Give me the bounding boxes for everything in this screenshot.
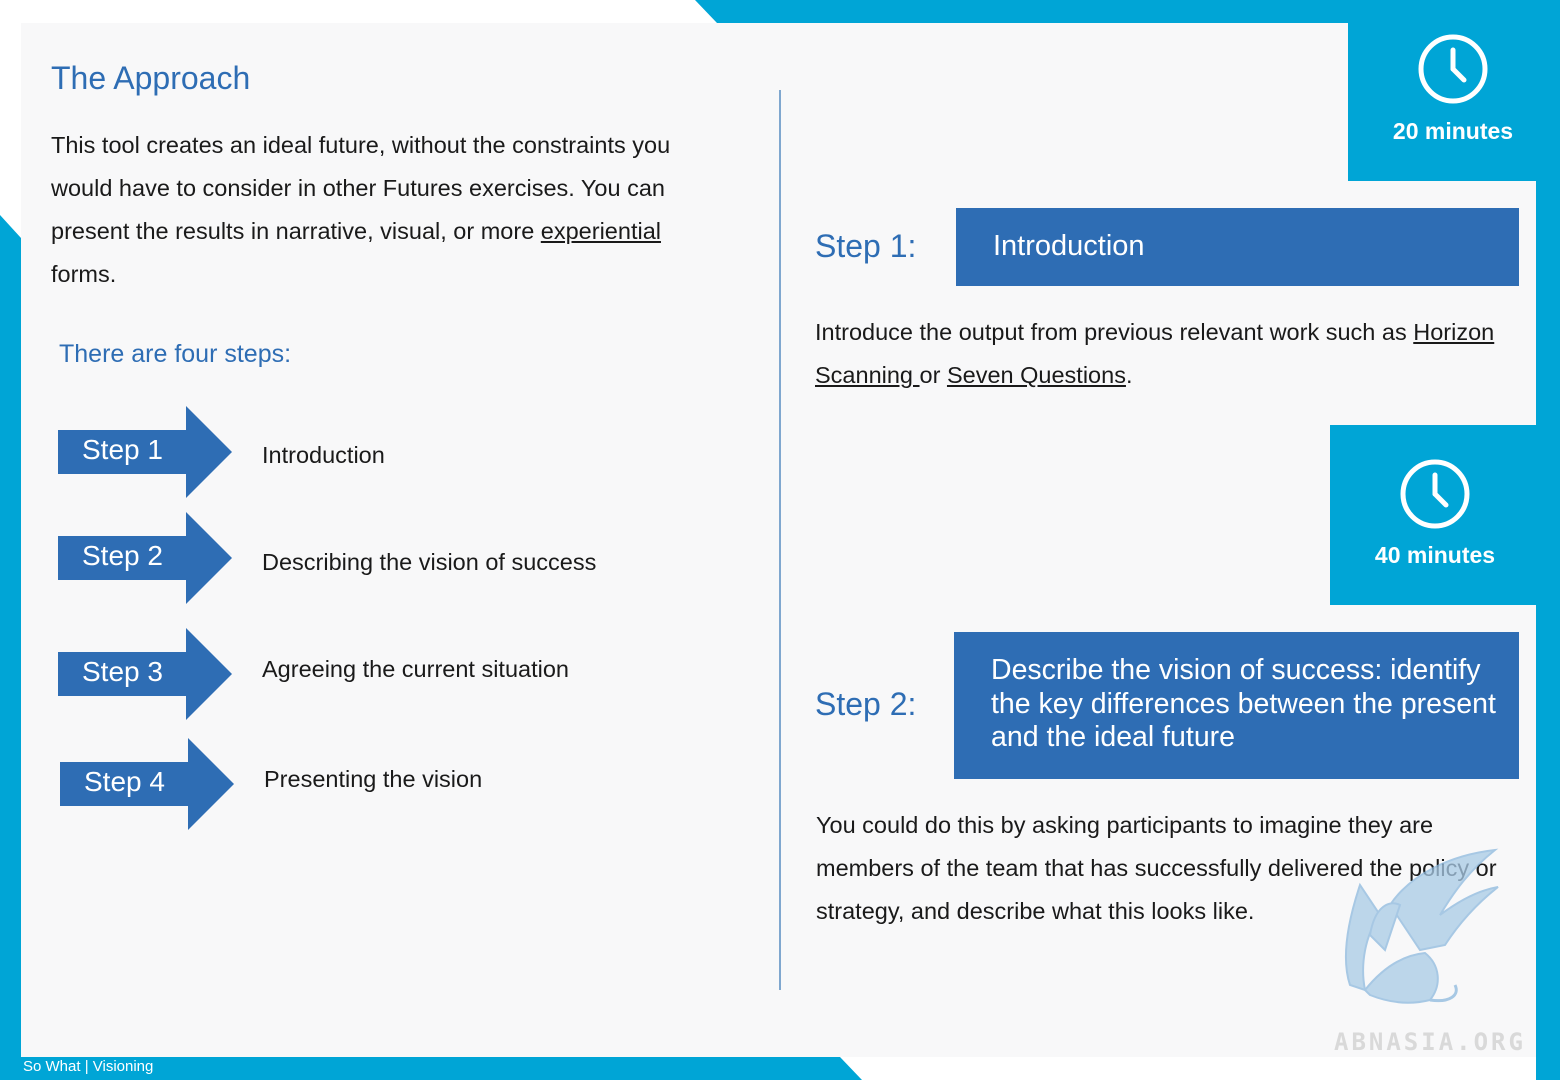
step-1-text: Introduction bbox=[262, 442, 385, 468]
step-3-arrow: Step 3 bbox=[58, 628, 234, 720]
intro-text-end: forms. bbox=[51, 261, 117, 287]
step-1-box: Introduction bbox=[956, 208, 1519, 286]
step-1-label: Step 1 bbox=[82, 434, 163, 465]
step-2-heading: Step 2: bbox=[815, 686, 917, 722]
page-title: The Approach bbox=[51, 60, 251, 96]
step-2-box: Describe the vision of success: identify… bbox=[954, 632, 1519, 779]
timer-2-label: 40 minutes bbox=[1374, 542, 1496, 568]
step-3-text: Agreeing the current situation bbox=[262, 656, 569, 682]
step-1-body-period: . bbox=[1125, 362, 1133, 388]
step-1-body-or: or bbox=[919, 362, 947, 388]
griffin-logo bbox=[1344, 848, 1499, 1004]
step-2-box-text: Describe the vision of success: identify… bbox=[991, 654, 1496, 753]
experiential-link[interactable]: experiential bbox=[541, 218, 661, 244]
column-divider bbox=[779, 90, 781, 990]
step-4-arrow: Step 4 bbox=[60, 738, 236, 830]
step-4-text: Presenting the vision bbox=[264, 766, 483, 792]
step-4-label: Step 4 bbox=[84, 766, 165, 797]
step-2-arrow: Step 2 bbox=[58, 512, 234, 604]
step-1-box-text: Introduction bbox=[993, 230, 1145, 262]
steps-heading: There are four steps: bbox=[59, 340, 292, 368]
step-1-heading: Step 1: bbox=[815, 228, 917, 264]
clock-icon bbox=[1400, 459, 1470, 529]
timer-badge-1: 20 minutes bbox=[1348, 23, 1536, 181]
timer-1-label: 20 minutes bbox=[1392, 118, 1514, 144]
timer-badge-2: 40 minutes bbox=[1330, 425, 1536, 605]
step-3-label: Step 3 bbox=[82, 656, 163, 687]
clock-icon bbox=[1418, 34, 1488, 104]
step-2-text: Describing the vision of success bbox=[262, 549, 597, 575]
footer-label: So What | Visioning bbox=[23, 1058, 154, 1075]
step-1-arrow: Step 1 bbox=[58, 406, 234, 498]
seven-questions-link[interactable]: Seven Questions bbox=[947, 362, 1126, 388]
watermark-text: ABNASIA.ORG bbox=[1334, 1028, 1526, 1056]
step-1-body: Introduce the output from previous relev… bbox=[815, 311, 1505, 397]
intro-paragraph: This tool creates an ideal future, witho… bbox=[51, 124, 731, 296]
step-1-body-text: Introduce the output from previous relev… bbox=[815, 319, 1414, 345]
step-2-label: Step 2 bbox=[82, 540, 163, 571]
